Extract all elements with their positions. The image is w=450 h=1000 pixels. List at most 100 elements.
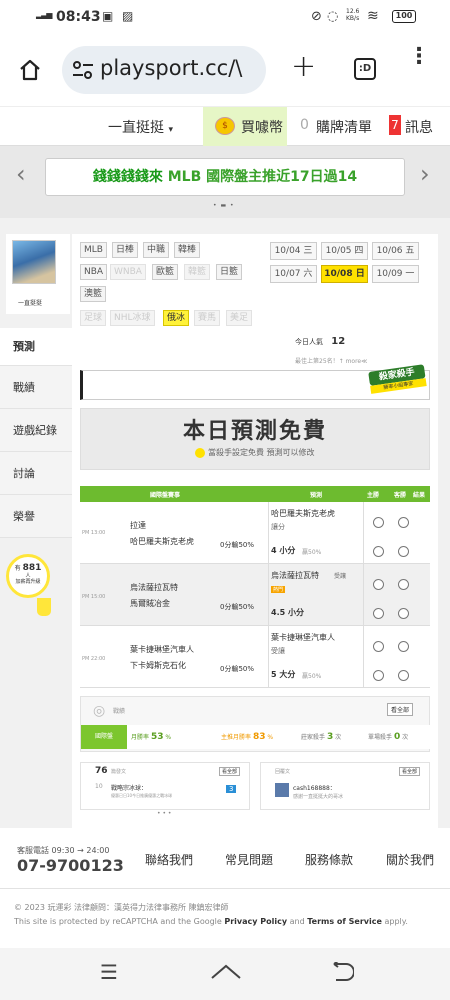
page-dots: • • • (157, 810, 172, 817)
odds: 0分輸50% (220, 603, 255, 611)
promo-banner[interactable]: 錢錢錢錢來 MLB 國際盤主推近17日過14 (45, 158, 405, 196)
pick-total: 4 小分 (271, 546, 296, 555)
menu-dots-icon[interactable]: ⋮ (408, 46, 430, 68)
sport-tag[interactable]: 韓棒 (174, 242, 201, 258)
away-win-radio[interactable] (398, 641, 409, 652)
away-win-radio[interactable] (398, 517, 409, 528)
phone-number[interactable]: 07-9700123 (17, 856, 124, 875)
reply-more-button[interactable]: 看全部 (399, 767, 421, 776)
over-radio[interactable] (373, 608, 384, 619)
record-label: 戰績 (113, 708, 126, 715)
prev-arrow-icon[interactable]: ‹ (16, 160, 26, 188)
free-title: 本日預測免費 (182, 419, 327, 444)
date-button-selected[interactable]: 10/08 日 (321, 265, 368, 283)
weekday-text: 六 (303, 269, 313, 279)
stat-value: 53 (150, 732, 164, 742)
sport-tag: 足球 (80, 310, 107, 326)
home-icon[interactable] (210, 962, 242, 982)
home-icon[interactable] (18, 58, 42, 82)
promo-carousel: ‹ 錢錢錢錢來 MLB 國際盤主推近17日過14 › • ▬ • (0, 146, 450, 218)
home-win-radio[interactable] (373, 517, 384, 528)
sport-tag-selected[interactable]: 俄冰 (163, 310, 190, 326)
date-button[interactable]: 10/07 六 (270, 265, 317, 283)
sport-tag[interactable]: 日棒 (112, 242, 139, 258)
team-name: 下卡姆斯克石化 (130, 661, 186, 670)
reply-user[interactable]: cash168888： (293, 783, 336, 792)
profile-card[interactable]: 一直挺挺 (6, 234, 70, 314)
alarm-icon: ⊘ (311, 9, 322, 24)
sidebar-item-record[interactable]: 戰績 (0, 366, 72, 409)
home-win-radio[interactable] (373, 579, 384, 590)
sport-tag[interactable]: 歐籃 (152, 264, 179, 280)
team-name: 馬爾賊冶金 (130, 599, 170, 608)
new-tab-icon[interactable]: + (291, 49, 316, 84)
sport-tag[interactable]: 日籃 (216, 264, 243, 280)
upgrade-tip[interactable]: 有 881 人 加薪再升級 (6, 554, 50, 598)
terms-link[interactable]: Terms of Service (307, 917, 382, 926)
sport-tag[interactable]: 澳籃 (80, 286, 107, 302)
odds: 0分輸50% (220, 665, 255, 673)
cart-button[interactable]: 0 購牌清單 (296, 107, 376, 147)
footer-link-terms[interactable]: 服務條款 (305, 851, 353, 868)
sidebar-item-discuss[interactable]: 討論 (0, 452, 72, 495)
user-menu-label: 一直挺挺 (108, 120, 164, 136)
stat-value: 3 (326, 732, 334, 742)
carousel-dots: • ▬ • (213, 202, 235, 209)
sidebar-label: 榮譽 (13, 510, 35, 523)
cart-label: 購牌清單 (316, 120, 372, 136)
recent-apps-icon[interactable]: ☰ (100, 960, 118, 984)
footer-link-faq[interactable]: 常見問題 (225, 851, 273, 868)
under-radio[interactable] (398, 670, 409, 681)
table-row: PM 22:00 葉卡捷琳堡汽車人 下卡姆斯克石化 0分輸50% 葉卡捷琳堡汽車… (80, 626, 430, 688)
user-menu[interactable]: 一直挺挺 ▾ (108, 117, 173, 137)
over-radio[interactable] (373, 670, 384, 681)
site-nav: 一直挺挺 ▾ $ 買噱幣 0 購牌清單 7 訊息 (0, 106, 450, 147)
privacy-link[interactable]: Privacy Policy (224, 917, 287, 926)
date-button[interactable]: 10/04 三 (270, 242, 317, 260)
sidebar-item-predict[interactable]: 預測 (0, 328, 72, 366)
post-count-label: 篇發文 (111, 769, 127, 775)
away-win-radio[interactable] (398, 579, 409, 590)
over-radio[interactable] (373, 546, 384, 557)
sidebar-item-history[interactable]: 遊戲紀錄 (0, 409, 72, 452)
under-radio[interactable] (398, 608, 409, 619)
coin-button[interactable]: $ 買噱幣 (203, 107, 287, 147)
site-settings-icon[interactable] (72, 60, 94, 80)
sidebar-item-honor[interactable]: 榮譽 (0, 495, 72, 538)
back-icon[interactable] (332, 962, 354, 982)
col-header: 預測 (310, 492, 323, 499)
url-text: playsport.cc/\ (100, 56, 243, 80)
footer-link-about[interactable]: 關於我們 (386, 851, 434, 868)
address-bar[interactable]: playsport.cc/\ (62, 46, 266, 94)
stat-unit: 次 (402, 734, 409, 741)
under-radio[interactable] (398, 546, 409, 557)
sport-tag[interactable]: 中職 (143, 242, 170, 258)
messages-button[interactable]: 7 訊息 (386, 107, 450, 147)
date-text: 10/07 (274, 269, 301, 279)
date-button[interactable]: 10/09 一 (372, 265, 419, 283)
weekday-text: 日 (355, 269, 365, 279)
stat-unit: 次 (335, 734, 342, 741)
table-row: PM 13:00 拉達 哈巴羅夫斯克老虎 0分輸50% 哈巴羅夫斯克老虎 讓分 … (80, 502, 430, 564)
sport-tag[interactable]: NBA (80, 264, 108, 280)
next-arrow-icon[interactable]: › (420, 160, 430, 188)
date-button[interactable]: 10/06 五 (372, 242, 419, 260)
tip-count: 881 (22, 563, 42, 573)
stat-key: 單場殺手 (368, 734, 393, 741)
record-more-button[interactable]: 看全部 (387, 703, 414, 716)
date-button[interactable]: 10/05 四 (321, 242, 368, 260)
discussion-more-button[interactable]: 看全部 (219, 767, 241, 776)
stat-unit: % (267, 734, 274, 741)
sport-tag: NHL冰球 (110, 310, 155, 326)
sport-tag[interactable]: MLB (80, 242, 107, 258)
stat-value: 83 (252, 732, 266, 742)
stat-key: 莊家殺手 (301, 734, 326, 741)
network-speed: 12.6 KB/s (346, 8, 360, 22)
rank-note[interactable]: 最佳上第25名！↑ more≪ (295, 356, 367, 365)
home-win-radio[interactable] (373, 641, 384, 652)
stat-tab[interactable]: 國際盤 (81, 725, 127, 749)
footer-link-contact[interactable]: 聯絡我們 (145, 851, 193, 868)
phone-label: 客服電話 09:30 → 24:00 (17, 846, 110, 855)
tab-switcher-button[interactable]: :D (354, 58, 376, 80)
post-title[interactable]: 戰略宗冰球： (111, 783, 147, 792)
